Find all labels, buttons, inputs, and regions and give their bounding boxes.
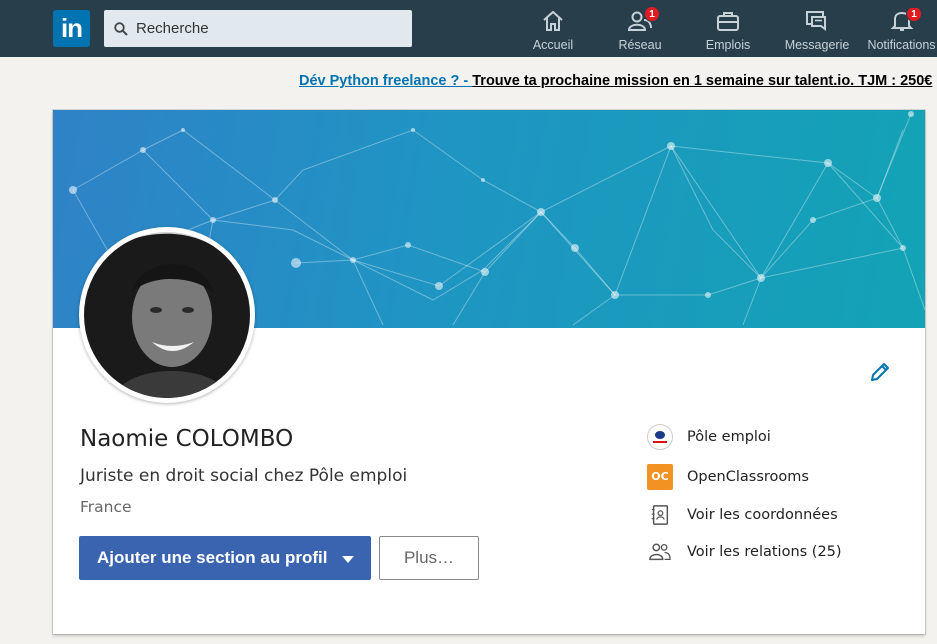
- network-badge: 1: [644, 6, 660, 22]
- address-book-icon: [647, 502, 673, 528]
- company-label: Pôle emploi: [687, 429, 771, 445]
- linkedin-logo[interactable]: in: [53, 10, 90, 47]
- connections-label: Voir les relations (25): [687, 544, 842, 560]
- nav-jobs-label: Emplois: [705, 38, 751, 52]
- chevron-down-icon: [342, 556, 354, 563]
- pole-emploi-logo-icon: [647, 424, 673, 450]
- pencil-icon: [871, 363, 889, 381]
- search-icon: [114, 21, 128, 36]
- nav-home-label: Accueil: [532, 38, 574, 52]
- briefcase-icon: [717, 12, 739, 31]
- profile-location: France: [80, 498, 132, 516]
- add-profile-section-button[interactable]: Ajouter une section au profil: [79, 536, 371, 580]
- school-label: OpenClassrooms: [687, 469, 809, 485]
- nav-network[interactable]: 1 Réseau: [612, 6, 668, 54]
- add-profile-section-label: Ajouter une section au profil: [97, 548, 328, 567]
- profile-headline: Juriste en droit social chez Pôle emploi: [80, 466, 408, 486]
- more-button[interactable]: Plus…: [379, 536, 479, 580]
- ad-text-link[interactable]: Trouve ta prochaine mission en 1 semaine…: [472, 73, 932, 89]
- search-input[interactable]: [136, 20, 396, 37]
- education-school[interactable]: OC OpenClassrooms: [647, 464, 809, 490]
- current-company[interactable]: Pôle emploi: [647, 424, 771, 450]
- nav-home[interactable]: Accueil: [528, 8, 578, 54]
- nav-jobs[interactable]: Emplois: [703, 8, 753, 54]
- profile-photo[interactable]: [79, 227, 255, 403]
- nav-notifications[interactable]: 1 Notifications: [866, 8, 937, 54]
- ad-prefix-link[interactable]: Dév Python freelance ? -: [299, 73, 472, 89]
- contact-info-label: Voir les coordonnées: [687, 507, 838, 523]
- notifications-badge: 1: [906, 8, 922, 22]
- top-nav: in Accueil 1 Réseau Emplois Messagerie 1…: [0, 0, 937, 57]
- messaging-icon: [806, 11, 826, 31]
- nav-messaging[interactable]: Messagerie: [782, 8, 852, 54]
- search-box[interactable]: [104, 10, 412, 47]
- contact-info-link[interactable]: Voir les coordonnées: [647, 502, 838, 528]
- profile-name: Naomie COLOMBO: [80, 426, 294, 452]
- home-icon: [543, 10, 563, 31]
- sponsored-ad[interactable]: Dév Python freelance ? - Trouve ta proch…: [299, 73, 937, 89]
- nav-notifications-label: Notifications: [867, 38, 936, 52]
- people-icon: [647, 539, 673, 565]
- edit-profile-button[interactable]: [868, 360, 892, 384]
- profile-card: Naomie COLOMBO Juriste en droit social c…: [53, 110, 925, 634]
- nav-messaging-label: Messagerie: [784, 38, 850, 52]
- openclassrooms-logo-icon: OC: [647, 464, 673, 490]
- profile-photo-image: [84, 232, 250, 398]
- connections-link[interactable]: Voir les relations (25): [647, 539, 842, 565]
- nav-network-label: Réseau: [618, 38, 662, 52]
